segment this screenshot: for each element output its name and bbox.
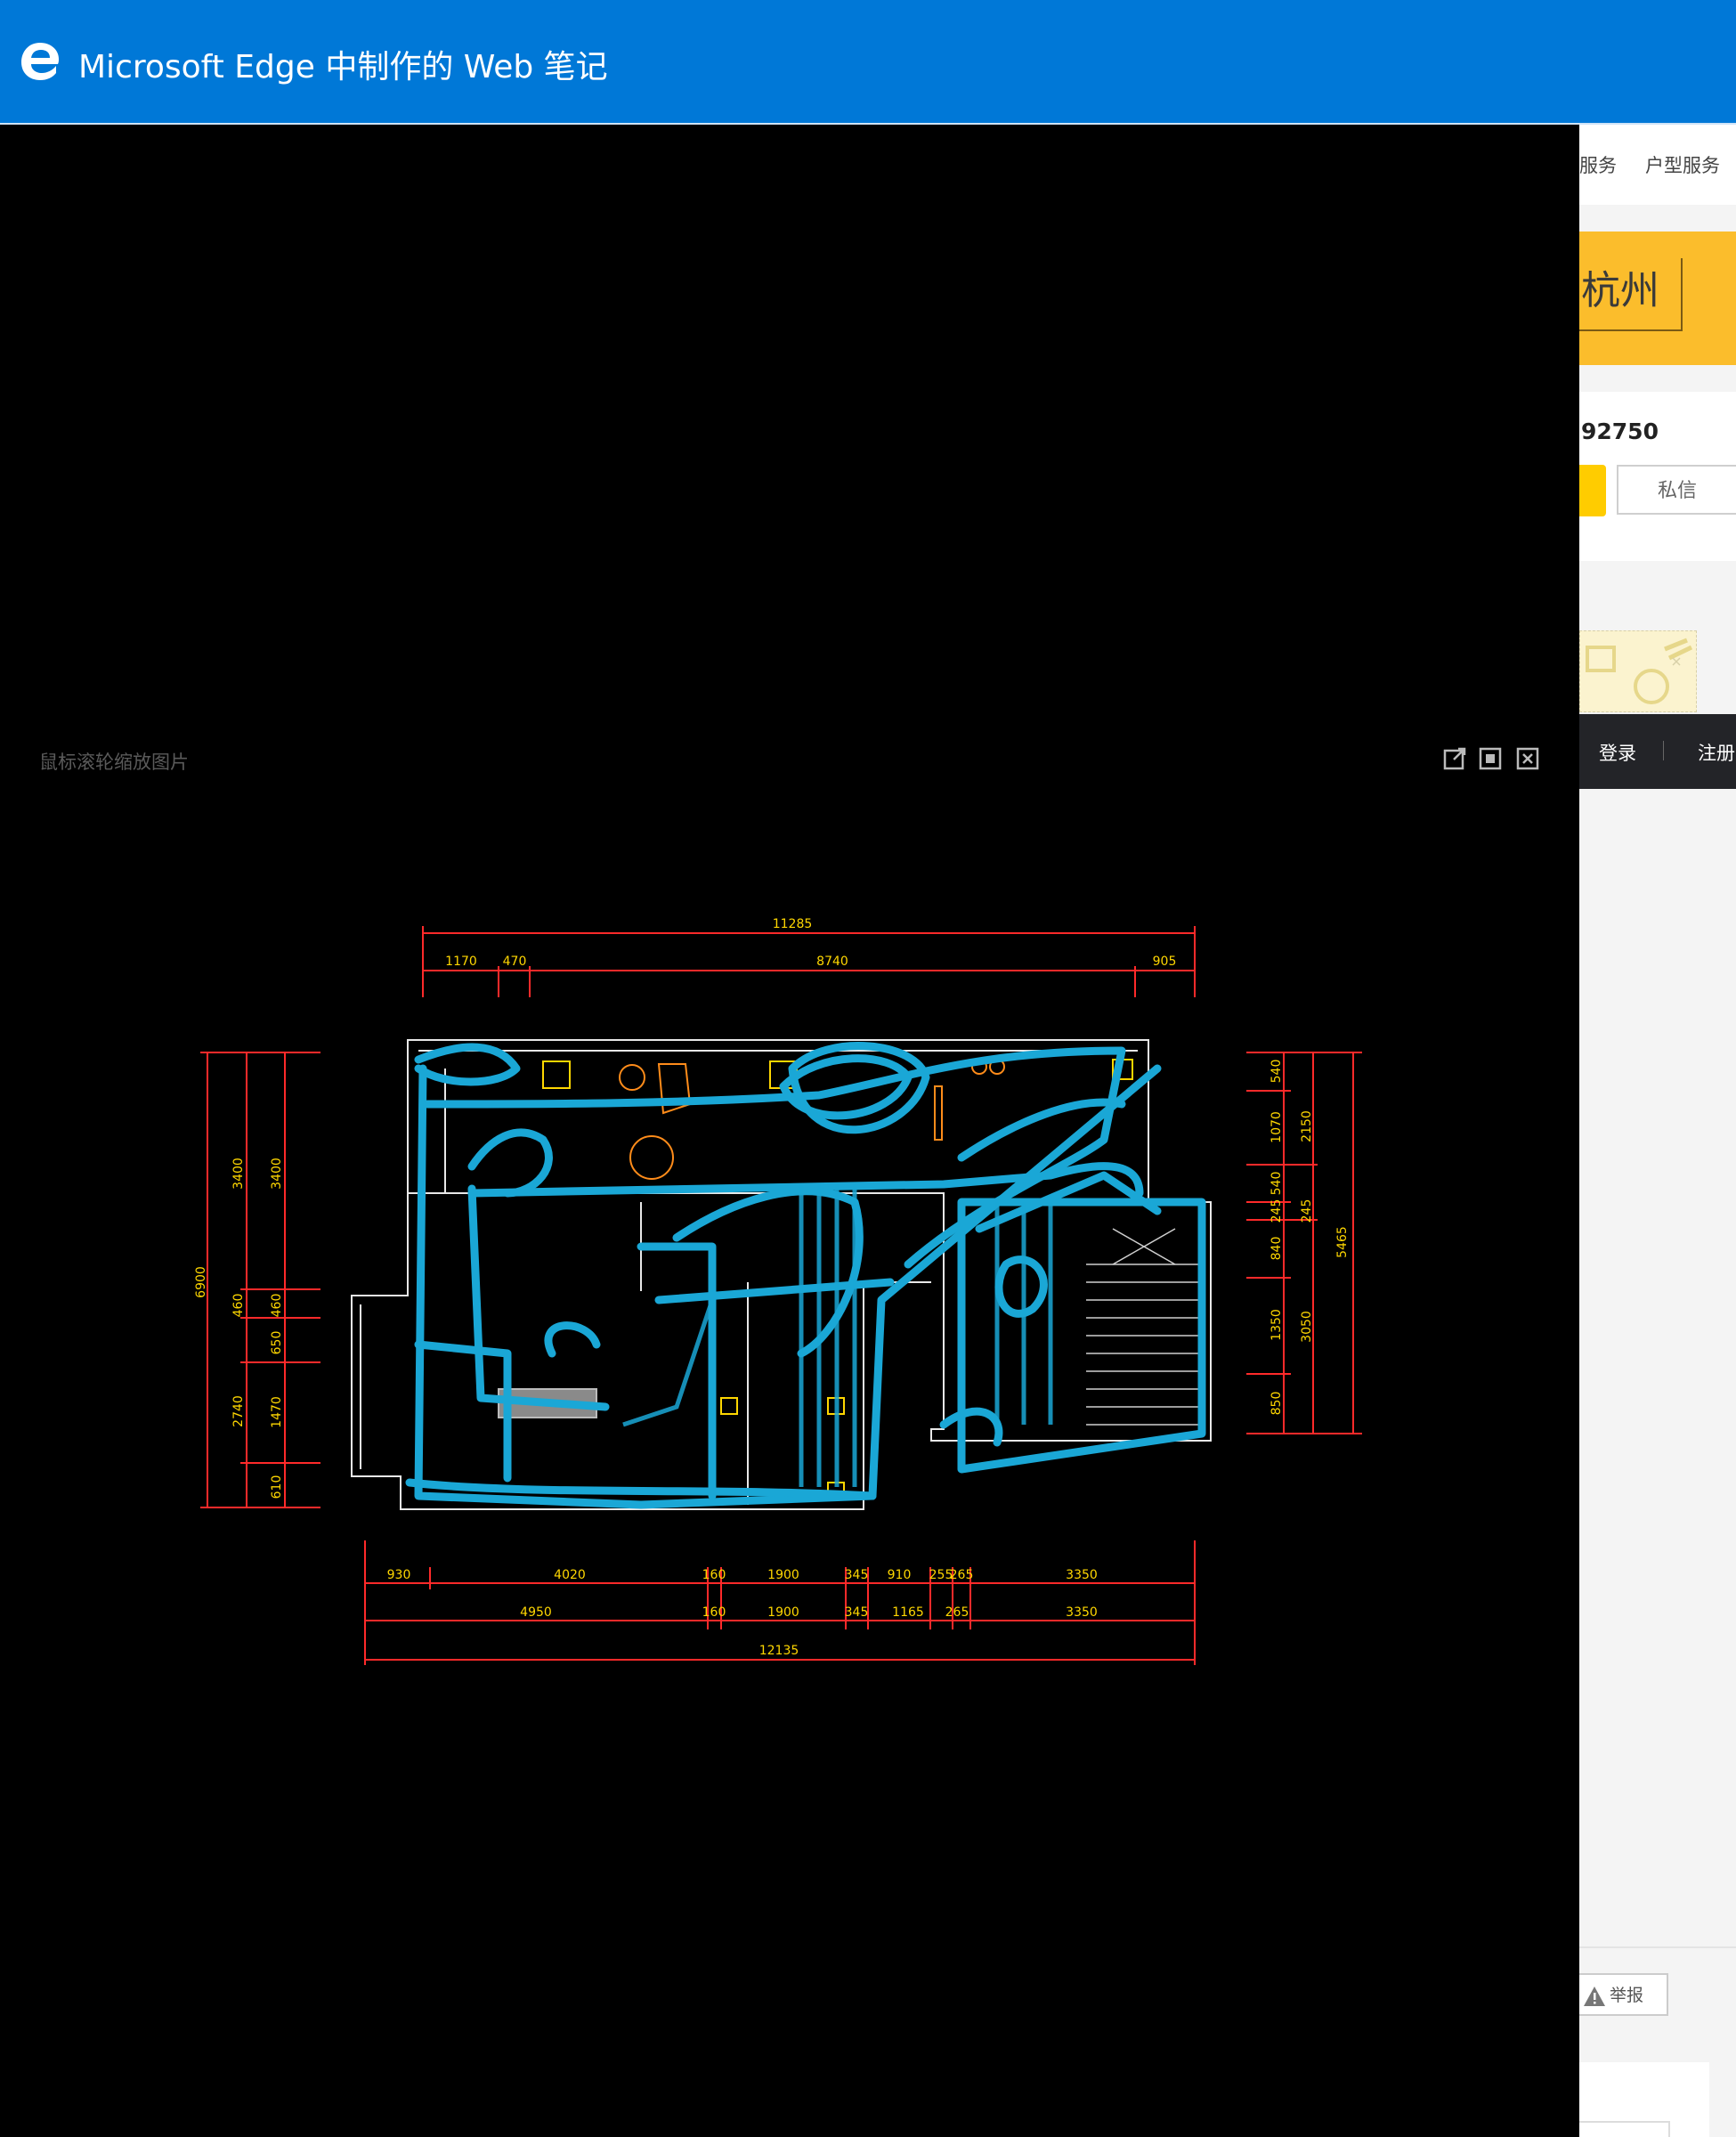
phone-number: 92750 <box>1581 418 1659 444</box>
login-link[interactable]: 登录 <box>1599 739 1636 766</box>
bottom-input[interactable] <box>1579 2121 1670 2137</box>
dim-right-inner-6: 1350 <box>1270 1309 1284 1341</box>
dim-right-mid-2: 245 <box>1300 1199 1314 1223</box>
fit-screen-icon[interactable] <box>1478 746 1503 771</box>
nav-item-floorplan-service[interactable]: 户型服务 <box>1645 151 1720 178</box>
open-original-icon[interactable] <box>1442 746 1467 771</box>
dim-bottom-r2-7: 3350 <box>1066 1605 1098 1620</box>
city-label: 杭州 <box>1579 258 1683 331</box>
login-separator <box>1663 741 1664 760</box>
background-webpage: 服务 户型服务 杭州 92750 私信 登录 注册 举报 <box>1579 125 1736 2137</box>
report-label: 举报 <box>1610 1986 1644 2005</box>
message-button[interactable]: 私信 <box>1617 465 1736 515</box>
dim-right-inner-3: 540 <box>1270 1172 1284 1196</box>
dim-bottom-r2-3: 1900 <box>767 1605 799 1620</box>
dim-right-inner-7: 850 <box>1270 1392 1284 1416</box>
dim-right-mid-3: 3050 <box>1300 1311 1314 1343</box>
warning-icon <box>1584 1987 1605 2006</box>
ad-banner[interactable] <box>1579 630 1697 712</box>
dim-bottom-r1-8: 265 <box>950 1568 974 1582</box>
city-banner: 杭州 <box>1579 232 1736 365</box>
dim-top-4: 905 <box>1153 955 1177 969</box>
dim-left-outer-2: 6900 <box>194 1266 208 1298</box>
floor-plan-drawing: 11285 1170 470 8740 905 930 4020 160 190… <box>194 917 1362 1665</box>
dim-left-inner-5: 1470 <box>270 1396 284 1428</box>
dim-right-mid-1: 2150 <box>1300 1110 1314 1142</box>
dim-bottom-r2-6: 265 <box>945 1605 969 1620</box>
dim-bottom-r2-1: 4950 <box>520 1605 552 1620</box>
dim-bottom-r2-4: 345 <box>845 1605 869 1620</box>
app-title: Microsoft Edge 中制作的 Web 笔记 <box>78 49 608 85</box>
login-bar: 登录 注册 <box>1579 714 1736 789</box>
dim-top-total: 11285 <box>773 917 813 931</box>
site-nav: 服务 户型服务 <box>1579 125 1736 205</box>
dim-bottom-r1-1: 930 <box>387 1568 411 1582</box>
dim-top-3: 8740 <box>816 955 848 969</box>
image-viewer[interactable]: 鼠标滚轮缩放图片 11285 1170 470 8740 905 930 402… <box>0 125 1579 2137</box>
title-bar: Microsoft Edge 中制作的 Web 笔记 <box>0 0 1736 125</box>
dim-bottom-r1-5: 345 <box>845 1568 869 1582</box>
nav-item-service[interactable]: 服务 <box>1579 151 1617 178</box>
report-button[interactable]: 举报 <box>1579 1973 1668 2016</box>
dim-right-inner-4: 245 <box>1270 1199 1284 1223</box>
dim-bottom-total: 12135 <box>759 1644 799 1658</box>
bottom-card <box>1579 2062 1709 2137</box>
dim-left-inner-1: 3400 <box>270 1158 284 1190</box>
follow-button[interactable] <box>1579 465 1606 516</box>
edge-logo-icon <box>21 43 59 80</box>
dim-bottom-r2-2: 160 <box>702 1605 726 1620</box>
divider <box>1579 1946 1736 1948</box>
dim-left-inner-3: 460 <box>270 1294 284 1318</box>
zoom-hint: 鼠标滚轮缩放图片 <box>39 752 189 773</box>
dim-left-inner-2: 460 <box>231 1294 246 1318</box>
dim-left-outer-1: 3400 <box>231 1158 246 1190</box>
close-viewer-icon[interactable] <box>1515 746 1540 771</box>
dim-left-outer-3: 2740 <box>231 1395 246 1427</box>
dim-right-inner-1: 540 <box>1270 1060 1284 1084</box>
dim-bottom-r1-6: 910 <box>888 1568 912 1582</box>
dim-right-inner-2: 1070 <box>1270 1111 1284 1143</box>
register-link[interactable]: 注册 <box>1698 739 1735 766</box>
dim-left-inner-4: 650 <box>270 1331 284 1355</box>
dim-right-outer: 5465 <box>1335 1226 1350 1258</box>
dim-left-outer-4: 610 <box>270 1475 284 1499</box>
dim-bottom-r1-4: 1900 <box>767 1568 799 1582</box>
dim-bottom-r1-3: 160 <box>702 1568 726 1582</box>
dim-bottom-r1-2: 4020 <box>554 1568 586 1582</box>
ad-graphic-icon <box>1586 638 1693 704</box>
dim-top-1: 1170 <box>445 955 477 969</box>
dim-bottom-r1-9: 3350 <box>1066 1568 1098 1582</box>
dim-right-inner-5: 840 <box>1270 1237 1284 1261</box>
dim-bottom-r2-5: 1165 <box>892 1605 924 1620</box>
designer-card: 92750 私信 <box>1579 392 1736 561</box>
dim-top-2: 470 <box>503 955 527 969</box>
